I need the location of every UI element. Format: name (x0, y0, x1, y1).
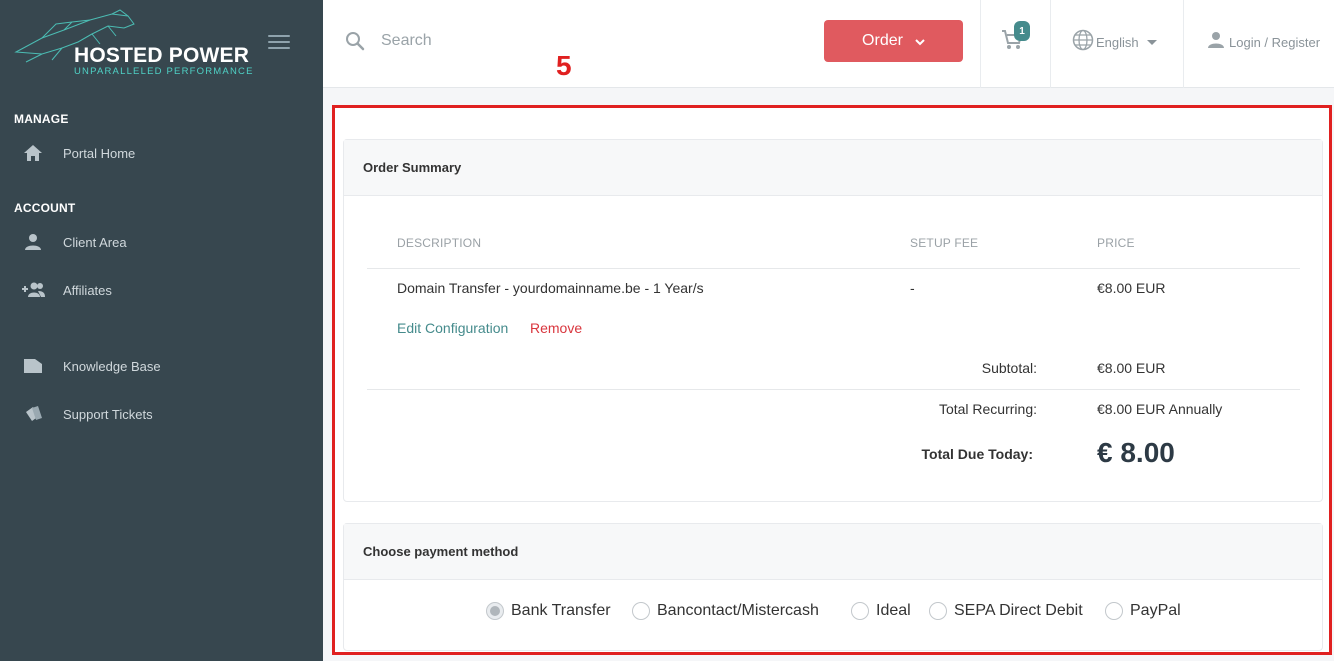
item-setup-fee: - (910, 280, 915, 296)
sidebar-item-label: Client Area (63, 234, 127, 250)
item-price: €8.00 EUR (1097, 280, 1166, 296)
subtotal-value: €8.00 EUR (1097, 360, 1166, 376)
total-due-value: € 8.00 (1097, 437, 1175, 468)
order-button-label: Order (862, 32, 903, 49)
sidebar-item-label: Knowledge Base (63, 358, 161, 374)
radio-button[interactable] (851, 602, 869, 620)
payment-method-title: Choose payment method (344, 524, 1322, 580)
column-header-description: DESCRIPTION (397, 236, 482, 250)
column-header-setup-fee: SETUP FEE (910, 236, 979, 250)
caret-down-icon (1146, 40, 1157, 45)
total-recurring-value: €8.00 EUR Annually (1097, 401, 1223, 417)
sidebar-item-label: Affiliates (63, 282, 112, 298)
column-header-price: PRICE (1097, 236, 1135, 250)
sidebar: HOSTED POWER UNPARALLELED PERFORMANCE MA… (0, 0, 323, 661)
search-icon (345, 31, 365, 51)
brand-logo[interactable]: HOSTED POWER UNPARALLELED PERFORMANCE (12, 8, 252, 78)
sidebar-item-portal-home[interactable]: Portal Home (20, 138, 310, 168)
sidebar-item-label: Support Tickets (63, 406, 153, 422)
login-register-link[interactable]: Login / Register (1207, 31, 1320, 54)
sidebar-item-affiliates[interactable]: Affiliates (20, 275, 310, 305)
order-summary-title: Order Summary (344, 140, 1322, 196)
item-description: Domain Transfer - yourdomainname.be - 1 … (397, 280, 704, 296)
folder-icon (20, 355, 46, 377)
payment-option-label: SEPA Direct Debit (954, 602, 1083, 619)
payment-option-paypal[interactable]: PayPal (1105, 602, 1181, 620)
remove-item-link[interactable]: Remove (530, 320, 582, 336)
edit-configuration-link[interactable]: Edit Configuration (397, 320, 508, 336)
payment-option-bank-transfer[interactable]: Bank Transfer (486, 602, 611, 620)
login-register-label: Login / Register (1229, 35, 1321, 50)
payment-option-label: PayPal (1130, 602, 1181, 619)
order-dropdown-button[interactable]: Order (824, 20, 963, 62)
sidebar-item-client-area[interactable]: Client Area (20, 227, 310, 257)
globe-icon (1072, 29, 1094, 56)
user-icon (20, 231, 46, 253)
sidebar-item-support-tickets[interactable]: Support Tickets (20, 399, 310, 429)
sidebar-item-knowledge-base[interactable]: Knowledge Base (20, 351, 310, 381)
header-divider (1183, 0, 1184, 88)
chevron-down-icon (915, 33, 925, 51)
language-label: English (1096, 35, 1139, 50)
payment-option-ideal[interactable]: Ideal (851, 602, 911, 620)
payment-option-label: Bancontact/Mistercash (657, 602, 819, 619)
annotation-number: 5 (556, 50, 572, 81)
total-recurring-label: Total Recurring: (938, 401, 1037, 417)
radio-button[interactable] (929, 602, 947, 620)
user-icon (1207, 31, 1225, 54)
search-input[interactable] (381, 26, 681, 56)
cart-count-badge: 1 (1014, 21, 1030, 41)
subtotal-label: Subtotal: (981, 360, 1037, 376)
header-divider (980, 0, 981, 88)
menu-toggle-icon[interactable] (268, 35, 290, 49)
brand-subtitle: UNPARALLELED PERFORMANCE (74, 66, 254, 77)
add-users-icon (20, 279, 46, 301)
payment-method-card: Choose payment method (343, 523, 1323, 651)
payment-option-sepa[interactable]: SEPA Direct Debit (929, 602, 1083, 620)
home-icon (20, 142, 46, 164)
table-divider (367, 389, 1300, 390)
table-divider (367, 268, 1300, 269)
brand-title: HOSTED POWER (74, 44, 250, 67)
tickets-icon (20, 403, 46, 425)
total-due-label: Total Due Today: (921, 446, 1033, 462)
section-title-account: ACCOUNT (14, 201, 76, 215)
radio-button-checked[interactable] (486, 602, 504, 620)
payment-option-bancontact[interactable]: Bancontact/Mistercash (632, 602, 819, 620)
payment-option-label: Bank Transfer (511, 602, 611, 619)
sidebar-item-label: Portal Home (63, 145, 136, 161)
top-header: Order 1 English Login / Register (323, 0, 1334, 88)
section-title-manage: MANAGE (14, 112, 69, 126)
header-divider (1050, 0, 1051, 88)
language-selector[interactable]: English (1072, 29, 1157, 56)
radio-button[interactable] (632, 602, 650, 620)
radio-button[interactable] (1105, 602, 1123, 620)
payment-option-label: Ideal (876, 602, 911, 619)
